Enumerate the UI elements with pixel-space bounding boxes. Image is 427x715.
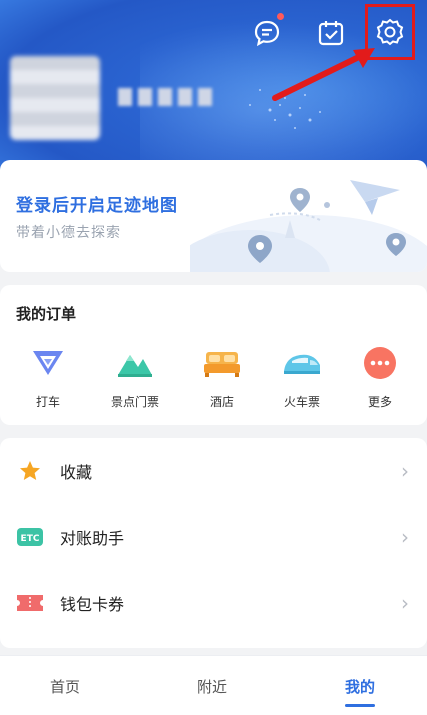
order-train-ticket[interactable]: 火车票 (262, 343, 342, 410)
scenic-ticket-icon (115, 343, 155, 383)
notification-dot (277, 13, 284, 20)
avatar[interactable] (10, 56, 100, 140)
bottom-navigation: 首页 附近 我的 (0, 655, 427, 715)
chevron-right-icon: › (401, 525, 409, 549)
tab-nearby[interactable]: 附近 (197, 676, 227, 697)
order-label: 打车 (35, 395, 60, 409)
map-illustration (190, 180, 427, 272)
order-label: 更多 (367, 395, 392, 409)
svg-text:ETC: ETC (21, 534, 40, 544)
menu-item-wallet[interactable]: 钱包卡券 › (0, 570, 427, 636)
my-orders-card: 我的订单 打车 景点门票 酒店 火车票 更多 (0, 285, 427, 425)
footprint-subtitle: 带着小德去探索 (16, 225, 121, 241)
chevron-right-icon: › (401, 459, 409, 483)
hotel-icon (202, 343, 242, 383)
order-label: 景点门票 (110, 395, 159, 409)
order-hotel[interactable]: 酒店 (182, 343, 262, 410)
menu-item-label: 钱包卡券 (60, 595, 125, 614)
tab-home[interactable]: 首页 (50, 676, 80, 697)
active-tab-indicator (345, 704, 375, 707)
train-ticket-icon (282, 343, 322, 383)
order-scenic-ticket[interactable]: 景点门票 (95, 343, 175, 410)
menu-item-label: 收藏 (60, 463, 93, 482)
etc-icon: ETC (16, 523, 44, 551)
menu-item-label: 对账助手 (60, 529, 125, 548)
menu-item-favorites[interactable]: 收藏 › (0, 438, 427, 504)
footprint-map-card[interactable]: 登录后开启足迹地图 带着小德去探索 (0, 160, 427, 272)
order-label: 酒店 (209, 395, 234, 409)
star-icon (16, 457, 44, 485)
tab-mine[interactable]: 我的 (345, 676, 375, 697)
username-blurred[interactable] (118, 88, 214, 110)
order-more[interactable]: 更多 (340, 343, 420, 410)
footprint-title[interactable]: 登录后开启足迹地图 (16, 191, 178, 216)
taxi-icon (28, 343, 68, 383)
chevron-right-icon: › (401, 591, 409, 615)
annotation-arrow (272, 48, 375, 101)
order-taxi[interactable]: 打车 (8, 343, 88, 410)
menu-item-reconciliation[interactable]: ETC 对账助手 › (0, 504, 427, 570)
more-icon (360, 343, 400, 383)
order-label: 火车票 (283, 395, 320, 409)
ticket-icon (16, 589, 44, 617)
orders-title: 我的订单 (16, 305, 77, 323)
menu-list-card: 收藏 › ETC 对账助手 › 钱包卡券 › (0, 438, 427, 648)
